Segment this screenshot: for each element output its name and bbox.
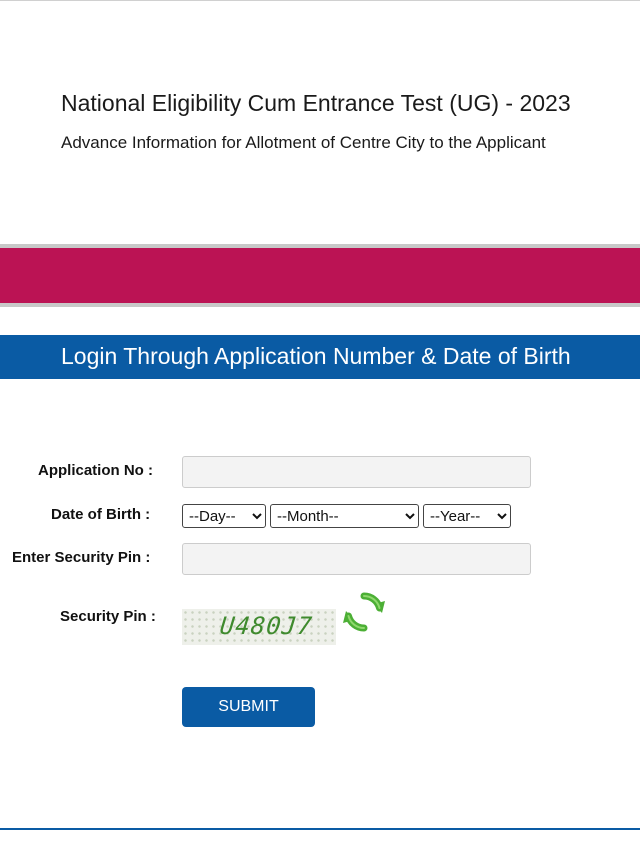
brand-band [0,248,640,303]
page-title: National Eligibility Cum Entrance Test (… [61,90,571,116]
captcha-image: U480J7 [182,609,336,645]
login-heading: Login Through Application Number & Date … [61,343,571,369]
top-divider [0,0,640,1]
band-bottom-border [0,303,640,307]
submit-button[interactable]: SUBMIT [182,687,315,727]
refresh-captcha-icon[interactable] [341,589,387,635]
dob-year-select[interactable]: --Year-- [423,504,511,528]
security-pin-label: Security Pin : [60,608,156,625]
security-pin-input[interactable] [182,543,531,575]
dob-month-select[interactable]: --Month-- [270,504,419,528]
login-heading-bar: Login Through Application Number & Date … [0,335,640,379]
security-pin-input-label: Enter Security Pin : [12,549,151,566]
application-no-label: Application No : [38,462,153,479]
captcha-text: U480J7 [218,612,315,640]
page-subtitle: Advance Information for Allotment of Cen… [61,133,546,152]
dob-label: Date of Birth : [51,506,151,523]
application-no-input[interactable] [182,456,531,488]
dob-day-select[interactable]: --Day-- [182,504,266,528]
bottom-divider [0,828,640,830]
